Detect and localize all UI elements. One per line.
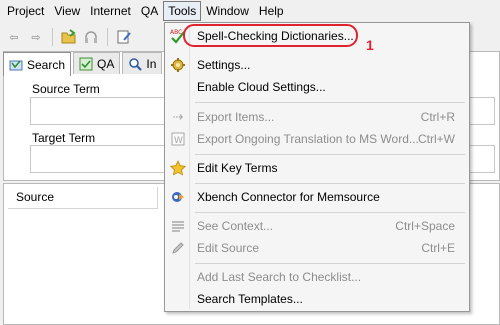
menu-separator (195, 263, 465, 264)
menu-item-export-ongoing[interactable]: W Export Ongoing Translation to MS Word.… (167, 128, 467, 150)
svg-text:W: W (174, 136, 183, 146)
menu-item-add-last-search[interactable]: Add Last Search to Checklist... (167, 266, 467, 288)
magnifier-icon (128, 57, 143, 71)
tab-search[interactable]: Search (3, 52, 72, 76)
menu-internet[interactable]: Internet (85, 1, 136, 21)
qa-tab-icon (79, 57, 93, 71)
export-ongoing-shortcut: Ctrl+W (418, 132, 455, 146)
search-templates-icon (167, 288, 189, 310)
star-icon (167, 157, 189, 179)
menu-item-xbench-connector[interactable]: Xbench Connector for Memsource (167, 186, 467, 208)
headset-icon[interactable] (81, 27, 101, 47)
menu-item-export-items[interactable]: ⇢ Export Items... Ctrl+R (167, 106, 467, 128)
context-lines-icon (167, 215, 189, 237)
menu-separator (195, 154, 465, 155)
back-arrow-icon[interactable]: ⇦ (4, 27, 24, 47)
menu-item-settings-label: Settings... (197, 58, 251, 72)
menu-item-see-context-label: See Context... (197, 219, 274, 233)
highlight-oval (183, 24, 358, 47)
tab-qa[interactable]: QA (73, 52, 121, 74)
menu-item-add-last-search-label: Add Last Search to Checklist... (197, 270, 362, 284)
panel-tabs: Search QA In (3, 52, 164, 76)
tab-search-label: Search (27, 57, 66, 72)
tab-qa-label: QA (97, 56, 115, 71)
search-tab-icon (9, 58, 23, 72)
xbench-connector-icon (167, 186, 189, 208)
source-term-label: Source Term (32, 82, 100, 96)
pencil-icon (167, 237, 189, 259)
cloud-settings-icon (167, 76, 189, 98)
export-items-shortcut: Ctrl+R (420, 110, 455, 124)
menu-item-edit-source-label: Edit Source (197, 241, 260, 255)
tab-third[interactable]: In (122, 52, 163, 74)
menu-item-search-templates-label: Search Templates... (197, 292, 303, 306)
target-term-label: Target Term (32, 131, 96, 145)
edit-source-shortcut: Ctrl+E (421, 241, 455, 255)
menu-separator (195, 183, 465, 184)
menu-item-settings[interactable]: Settings... (167, 54, 467, 76)
forward-arrow-icon[interactable]: ⇨ (26, 27, 46, 47)
step-number-marker: 1 (366, 37, 374, 53)
menu-item-search-templates[interactable]: Search Templates... (167, 288, 467, 310)
menu-window[interactable]: Window (201, 1, 254, 21)
tools-menu: ABC Spell-Checking Dictionaries... Setti… (164, 22, 470, 312)
toolbar-divider (107, 28, 108, 46)
tab-third-label: In (146, 56, 157, 71)
edit-document-icon[interactable] (114, 27, 134, 47)
menu-help[interactable]: Help (254, 1, 289, 21)
toolbar-divider (52, 28, 53, 46)
menu-item-edit-key-terms[interactable]: Edit Key Terms (167, 157, 467, 179)
settings-gear-icon (167, 54, 189, 76)
menu-view[interactable]: View (49, 1, 85, 21)
menu-qa[interactable]: QA (136, 1, 163, 21)
menu-item-edit-key-terms-label: Edit Key Terms (197, 161, 278, 175)
checklist-icon (167, 266, 189, 288)
see-context-shortcut: Ctrl+Space (395, 219, 455, 233)
source-column-header[interactable]: Source (8, 187, 158, 209)
menu-bar: Project View Internet QA Tools Window He… (0, 0, 500, 22)
menu-item-edit-source[interactable]: Edit Source Ctrl+E (167, 237, 467, 259)
menu-tools[interactable]: Tools (163, 1, 202, 21)
menu-item-see-context[interactable]: See Context... Ctrl+Space (167, 215, 467, 237)
word-document-icon: W (167, 128, 189, 150)
menu-item-export-ongoing-label: Export Ongoing Translation to MS Word... (197, 132, 419, 146)
menu-separator (195, 212, 465, 213)
menu-separator (195, 102, 465, 103)
export-icon: ⇢ (172, 109, 184, 124)
menu-project[interactable]: Project (2, 1, 49, 21)
menu-item-export-items-label: Export Items... (197, 110, 275, 124)
menu-item-enable-cloud-label: Enable Cloud Settings... (197, 80, 326, 94)
menu-item-xbench-connector-label: Xbench Connector for Memsource (197, 190, 380, 204)
menu-item-enable-cloud[interactable]: Enable Cloud Settings... (167, 76, 467, 98)
open-folder-icon[interactable] (59, 27, 79, 47)
